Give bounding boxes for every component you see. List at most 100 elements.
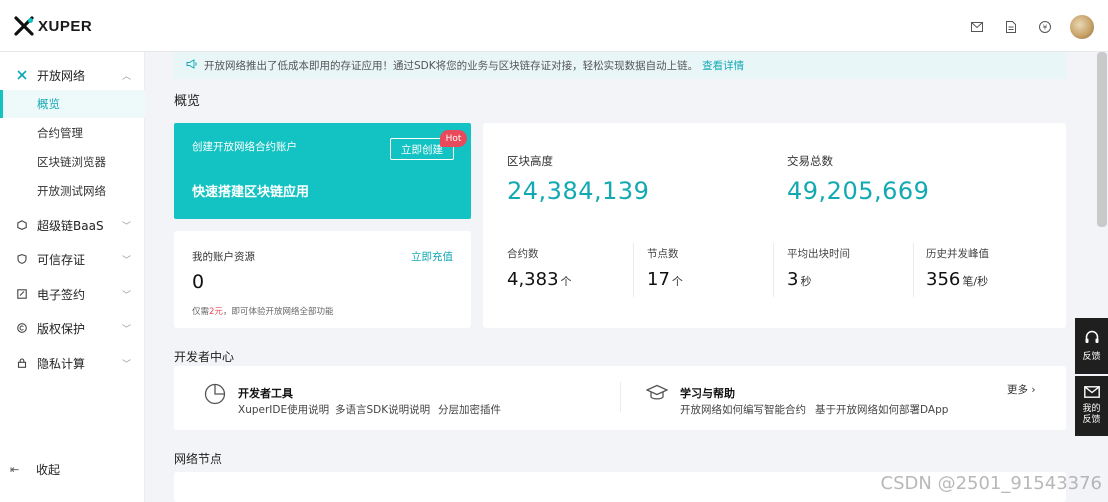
top-bar: XUPER ¥ — [0, 0, 1108, 52]
chevron-down-icon: ﹀ — [122, 359, 132, 370]
smart-contract-guide-link[interactable]: 开放网络如何编写智能合约 — [680, 402, 806, 417]
currency-icon[interactable]: ¥ — [1032, 14, 1058, 40]
watermark: CSDN @2501_91543376 — [880, 473, 1102, 494]
sidebar-collapse-button[interactable]: ⇤ 收起 — [0, 457, 145, 481]
avatar[interactable] — [1070, 15, 1094, 39]
sidebar-item-label: 概览 — [37, 97, 60, 111]
sidebar-group-esign[interactable]: 电子签约 ﹀ — [0, 277, 145, 311]
peak-label: 历史并发峰值 — [926, 248, 989, 260]
sidebar-group-open-network[interactable]: 开放网络 ︿ — [0, 58, 145, 92]
notice-bar: 开放网络推出了低成本即用的存证应用！通过SDK将您的业务与区块链存证对接，轻松实… — [174, 52, 1066, 79]
developer-center-title: 开发者中心 — [174, 350, 235, 364]
sidebar-group-label: 开放网络 — [37, 68, 86, 83]
my-feedback-button[interactable]: 我的反馈 — [1075, 376, 1108, 436]
my-feedback-label: 我的反馈 — [1082, 404, 1101, 425]
logo[interactable]: XUPER — [14, 16, 92, 36]
hot-badge: Hot — [440, 130, 467, 147]
chevron-up-icon: ︿ — [122, 71, 132, 82]
megaphone-icon — [186, 59, 198, 72]
chain-stats-card: 区块高度 24,384,139 交易总数 49,205,669 合约数 4,38… — [483, 123, 1066, 328]
collapse-icon: ⇤ — [10, 462, 20, 476]
sidebar-item-block-explorer[interactable]: 区块链浏览器 — [0, 148, 145, 176]
account-resource-note: 仅需2元，即可体验开放网络全部功能 — [192, 305, 333, 317]
feedback-label: 反馈 — [1082, 351, 1101, 362]
dapp-deploy-guide-link[interactable]: 基于开放网络如何部署DApp — [815, 402, 948, 417]
cube-icon — [16, 219, 28, 231]
nodes-number: 17 — [647, 269, 670, 290]
sidebar-group-label: 隐私计算 — [37, 356, 86, 371]
logo-text: XUPER — [38, 17, 93, 35]
sidebar-group-label: 电子签约 — [37, 287, 86, 302]
chevron-down-icon: ﹀ — [122, 290, 132, 301]
sidebar-group-label: 版权保护 — [37, 321, 86, 336]
lock-icon — [16, 357, 28, 369]
copyright-icon — [16, 322, 28, 334]
divider — [633, 243, 634, 297]
shield-icon — [16, 253, 28, 265]
sidebar-item-label: 合约管理 — [37, 126, 83, 140]
page-scrollbar[interactable] — [1097, 52, 1107, 227]
contracts-unit: 个 — [560, 275, 572, 288]
notice-details-link[interactable]: 查看详情 — [702, 58, 744, 73]
divider — [620, 382, 621, 412]
account-resource-value: 0 — [192, 271, 205, 293]
developer-center-card: 开发者工具 XuperIDE使用说明 多语言SDK说明说明 分层加密插件 学习与… — [174, 366, 1066, 430]
nodes-unit: 个 — [671, 275, 683, 288]
sidebar-group-privacy[interactable]: 隐私计算 ﹀ — [0, 346, 145, 380]
sidebar: 开放网络 ︿ 概览 合约管理 区块链浏览器 开放测试网络 超级链BaaS ﹀ 可… — [0, 52, 145, 502]
sidebar-group-label: 可信存证 — [37, 252, 86, 267]
sign-icon — [16, 288, 28, 300]
sidebar-item-label: 开放测试网络 — [37, 184, 106, 198]
nodes-label: 节点数 — [647, 248, 679, 260]
sidebar-group-notarization[interactable]: 可信存证 ﹀ — [0, 242, 145, 276]
block-time-value: 3秒 — [787, 269, 811, 290]
chevron-down-icon: ﹀ — [122, 324, 132, 335]
note-suffix: ，即可体验开放网络全部功能 — [222, 307, 334, 317]
sidebar-item-label: 区块链浏览器 — [37, 155, 106, 169]
promo-slogan: 快速搭建区块链应用 — [192, 185, 310, 200]
chevron-down-icon: ﹀ — [122, 255, 132, 266]
peak-value: 356 笔/秒 — [926, 269, 988, 290]
sidebar-item-test-network[interactable]: 开放测试网络 — [0, 177, 145, 205]
xuper-logo-icon — [14, 16, 34, 36]
block-time-label: 平均出块时间 — [787, 248, 850, 260]
mail-icon — [1083, 386, 1100, 401]
tx-total-label: 交易总数 — [787, 154, 833, 168]
encryption-plugin-link[interactable]: 分层加密插件 — [438, 402, 501, 417]
block-height-value: 24,384,139 — [507, 177, 650, 205]
tx-total-value: 49,205,669 — [787, 177, 930, 205]
feedback-button[interactable]: 反馈 — [1075, 318, 1108, 374]
notice-text: 开放网络推出了低成本即用的存证应用！通过SDK将您的业务与区块链存证对接，轻松实… — [204, 60, 699, 72]
nodes-value: 17 个 — [647, 269, 683, 290]
note-prefix: 仅需 — [192, 307, 210, 317]
block-time-number: 3 — [787, 269, 799, 290]
account-resource-card: 我的账户资源 立即充值 0 仅需2元，即可体验开放网络全部功能 — [174, 231, 471, 328]
sdk-doc-link[interactable]: 多语言SDK说明说明 — [335, 402, 430, 417]
block-height-label: 区块高度 — [507, 154, 553, 168]
sidebar-item-overview[interactable]: 概览 — [0, 90, 145, 118]
sidebar-group-copyright[interactable]: 版权保护 ﹀ — [0, 311, 145, 345]
recharge-link[interactable]: 立即充值 — [411, 249, 453, 264]
create-account-title: 创建开放网络合约账户 — [192, 141, 297, 153]
peak-unit: 笔/秒 — [962, 275, 989, 288]
dev-tools-title: 开发者工具 — [238, 387, 293, 400]
sidebar-group-baas[interactable]: 超级链BaaS ﹀ — [0, 208, 145, 242]
sidebar-item-contract-management[interactable]: 合约管理 — [0, 119, 145, 147]
create-account-card: 创建开放网络合约账户 立即创建 Hot 快速搭建区块链应用 — [174, 123, 471, 219]
network-icon — [16, 69, 28, 81]
peak-number: 356 — [926, 269, 961, 290]
chevron-down-icon: ﹀ — [122, 221, 132, 232]
contracts-label: 合约数 — [507, 248, 539, 260]
document-icon[interactable] — [998, 14, 1024, 40]
pie-chart-icon — [204, 383, 228, 407]
network-nodes-title: 网络节点 — [174, 452, 223, 466]
svg-text:¥: ¥ — [1043, 24, 1048, 32]
collapse-label: 收起 — [36, 462, 61, 477]
block-time-unit: 秒 — [800, 275, 812, 288]
mail-icon[interactable] — [964, 14, 990, 40]
account-resource-label: 我的账户资源 — [192, 251, 255, 263]
divider — [773, 243, 774, 297]
contracts-number: 4,383 — [507, 269, 559, 290]
more-link[interactable]: 更多 › — [1007, 382, 1036, 397]
xuperide-link[interactable]: XuperIDE使用说明 — [238, 402, 329, 417]
